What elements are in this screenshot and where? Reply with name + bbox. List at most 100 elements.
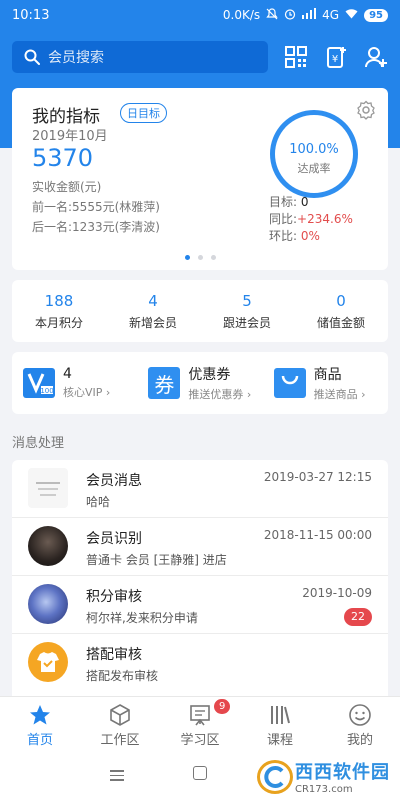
message-time: 2019-03-27 12:15: [263, 470, 372, 484]
add-user-icon[interactable]: [364, 45, 388, 69]
search-placeholder: 会员搜索: [48, 50, 104, 66]
wifi-icon: [345, 8, 358, 22]
avatar: [28, 468, 68, 508]
metrics-card[interactable]: 我的指标 日目标 2019年10月 5370 实收金额(元) 前一名:5555元…: [12, 88, 388, 270]
list-item[interactable]: 积分审核 柯尔祥,发来积分申请 2019-10-09 22: [12, 576, 388, 634]
goods-title: 商品: [313, 367, 342, 383]
daily-target-tag[interactable]: 日目标: [120, 103, 167, 123]
svg-text:100: 100: [40, 387, 53, 395]
tab-label: 课程: [266, 733, 293, 748]
message-preview: 搭配发布审核: [86, 669, 159, 683]
stat-label: 储值金额: [316, 316, 365, 330]
signal-icon: [302, 8, 317, 22]
books-icon: [240, 703, 320, 727]
list-item[interactable]: 会员消息 哈哈 2019-03-27 12:15: [12, 460, 388, 518]
metrics-value: 5370: [32, 144, 94, 172]
metrics-previous-rank: 前一名:5555元(林雅萍): [32, 200, 160, 214]
add-card-icon[interactable]: ¥: [324, 45, 348, 69]
core-vip-shortcut[interactable]: 100 4 核心VIP ›: [12, 366, 137, 400]
bottom-tab-bar: 首页 工作区 9 学习区 课程 我的: [0, 696, 400, 752]
alarm-icon: [284, 8, 296, 23]
message-time: 2019-10-09: [302, 586, 372, 600]
watermark-logo: [257, 759, 293, 794]
coupon-shortcut[interactable]: 券 优惠券 推送优惠券 ›: [137, 364, 262, 402]
message-preview: 哈哈: [86, 495, 111, 509]
stat-value: 0: [336, 292, 346, 310]
status-bar: 10:13 0.0K/s 4G 95: [0, 0, 400, 30]
metrics-date: 2019年10月: [32, 129, 108, 144]
mom-label: 环比:: [269, 229, 298, 243]
coupon-icon: 券: [148, 367, 181, 399]
section-title: 消息处理: [12, 436, 65, 451]
list-item[interactable]: 搭配审核 搭配发布审核: [12, 634, 388, 692]
message-title: 会员消息: [86, 473, 142, 489]
stat-value: 4: [148, 292, 158, 310]
stat-follow-members[interactable]: 5 跟进会员: [200, 280, 294, 342]
system-navigation-bar: 西西软件园 CR173.com: [0, 752, 400, 800]
vip-label: 核心VIP ›: [63, 386, 111, 399]
message-preview: 柯尔祥,发来积分申请: [86, 611, 198, 625]
target-value: 0: [300, 195, 309, 209]
vip-count: 4: [63, 366, 72, 382]
tab-label: 我的: [346, 733, 373, 748]
smiley-icon: [320, 703, 400, 727]
coupon-title: 优惠券: [188, 367, 231, 383]
home-star-icon: [0, 703, 80, 727]
network-speed: 0.0K/s: [222, 8, 261, 22]
goods-shortcut[interactable]: 商品 推送商品 ›: [263, 364, 388, 402]
search-input[interactable]: 会员搜索: [12, 41, 268, 73]
target-label: 目标:: [269, 195, 298, 209]
avatar: [28, 526, 68, 566]
status-time: 10:13: [12, 7, 50, 23]
tab-label: 学习区: [180, 733, 220, 748]
message-title: 会员识别: [86, 531, 142, 547]
home-button-icon[interactable]: [193, 766, 207, 780]
tab-home[interactable]: 首页: [0, 697, 80, 752]
qrcode-scan-icon[interactable]: [284, 45, 308, 69]
message-title: 积分审核: [86, 589, 142, 605]
tab-label: 首页: [26, 733, 53, 748]
completion-rate: 100.0%: [289, 142, 339, 157]
watermark: 西西软件园 CR173.com: [257, 758, 390, 795]
metrics-next-rank: 后一名:1233元(李清波): [32, 220, 160, 234]
message-title: 搭配审核: [86, 647, 142, 663]
mute-icon: [266, 7, 278, 23]
metrics-value-label: 实收金额(元): [32, 180, 102, 194]
stat-new-members[interactable]: 4 新增会员: [106, 280, 200, 342]
metrics-title: 我的指标: [32, 107, 100, 127]
message-preview: 普通卡 会员 [王静雅] 进店: [86, 553, 227, 567]
tab-courses[interactable]: 课程: [240, 697, 320, 752]
watermark-name: 西西软件园: [295, 762, 390, 783]
stat-value: 188: [44, 292, 74, 310]
pager-dot: [197, 255, 203, 260]
tab-learning[interactable]: 9 学习区: [160, 697, 240, 752]
vip-icon: 100: [23, 367, 55, 399]
stat-monthly-points[interactable]: 188 本月积分: [12, 280, 106, 342]
avatar: [28, 584, 68, 624]
shopping-bag-icon: [273, 367, 306, 399]
metrics-comparison: 目标: 0 同比:+234.6% 环比: 0%: [269, 194, 353, 245]
tab-workspace[interactable]: 工作区: [80, 697, 160, 752]
search-row: 会员搜索 ¥: [12, 40, 388, 74]
stat-label: 跟进会员: [222, 316, 271, 330]
network-type: 4G: [322, 8, 340, 22]
pager-dots: [12, 255, 388, 260]
stat-value: 5: [242, 292, 252, 310]
tab-mine[interactable]: 我的: [320, 697, 400, 752]
pager-dot: [184, 255, 190, 260]
completion-rate-label: 达成率: [297, 162, 331, 175]
battery-indicator: 95: [364, 8, 388, 22]
watermark-url: CR173.com: [295, 784, 353, 795]
pager-dot: [210, 255, 216, 260]
outfit-icon: [28, 642, 68, 682]
stat-label: 本月积分: [34, 316, 83, 330]
mom-value: 0%: [300, 229, 320, 243]
menu-icon[interactable]: [110, 770, 124, 784]
search-icon: [24, 49, 40, 65]
list-item[interactable]: 会员识别 普通卡 会员 [王静雅] 进店 2018-11-15 00:00: [12, 518, 388, 576]
stat-label: 新增会员: [128, 316, 177, 330]
tab-label: 工作区: [100, 733, 140, 748]
cube-icon: [80, 703, 160, 727]
stat-stored-value[interactable]: 0 储值金额: [294, 280, 388, 342]
gear-icon[interactable]: [356, 100, 376, 124]
